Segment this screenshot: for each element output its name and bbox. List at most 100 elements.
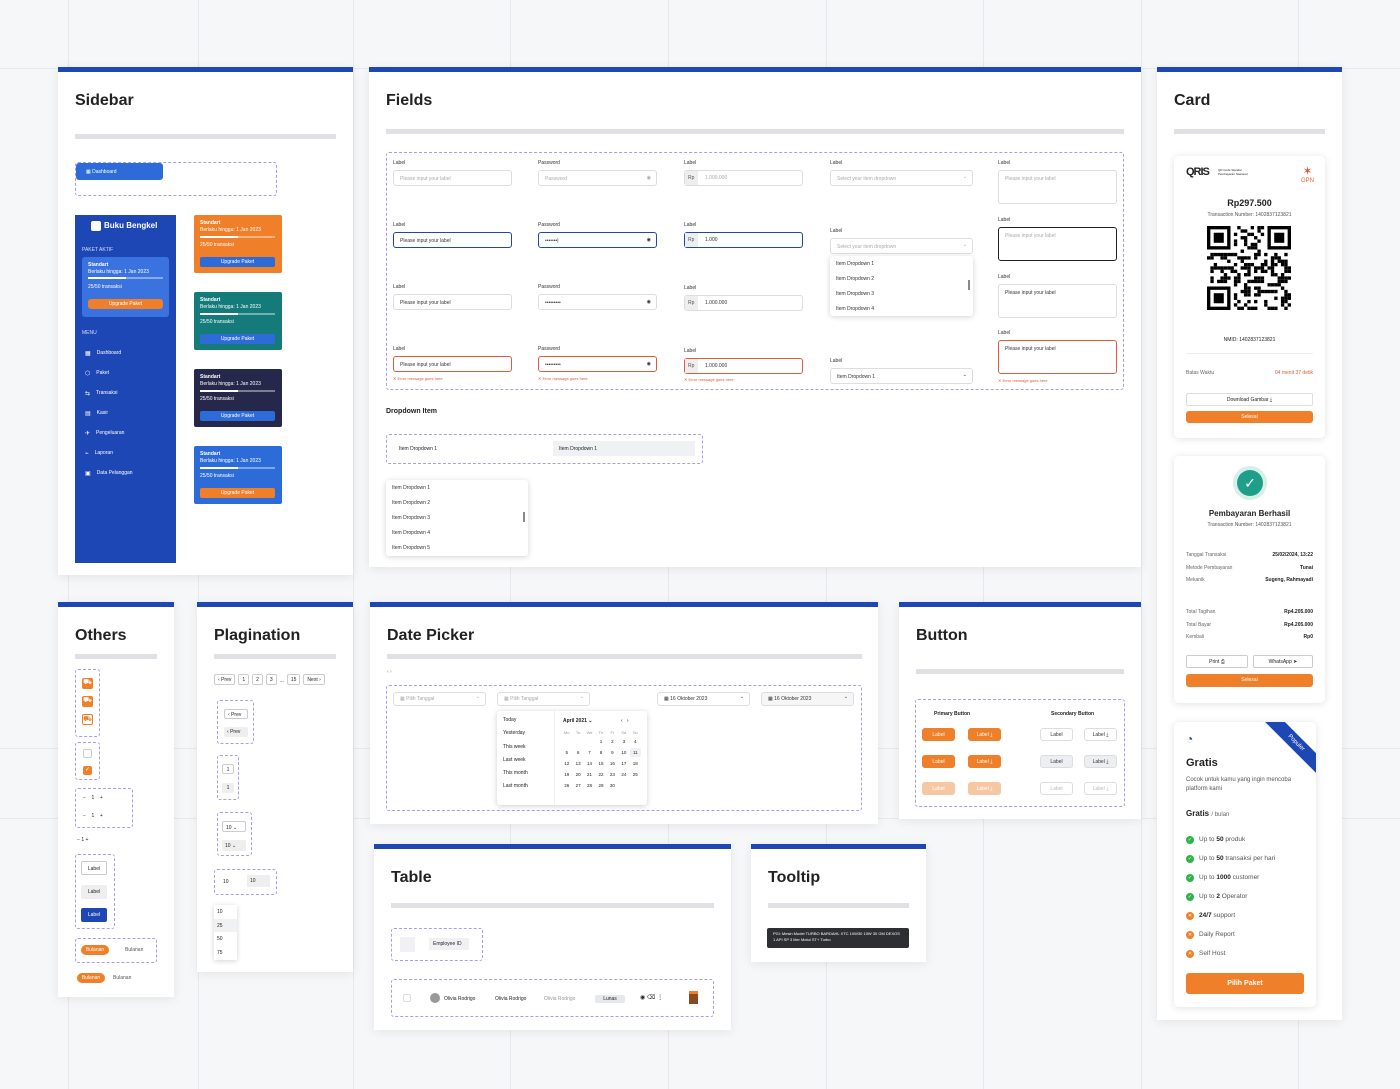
dropdown-option[interactable]: Item Dropdown 5 (386, 540, 528, 555)
secondary-icon-button[interactable]: Label ⤓ (1084, 782, 1117, 795)
secondary-button[interactable]: Label (1040, 728, 1073, 741)
scrollbar[interactable] (968, 280, 970, 290)
dropdown-option[interactable]: Item Dropdown 1 (830, 256, 973, 271)
calendar-day[interactable]: 4 (630, 737, 641, 746)
password-field-error[interactable]: ••••••••• ◉ (538, 356, 657, 372)
date-preset[interactable]: This week (503, 744, 553, 757)
textarea-focused[interactable]: Please input your label (998, 227, 1117, 261)
text-field-filled[interactable]: Please input your label (393, 294, 512, 310)
dropdown-option[interactable]: Item Dropdown 3 (386, 510, 528, 525)
billing-toggle-active[interactable]: Bulanan (81, 945, 109, 955)
dropdown-field-open[interactable]: Select your item dropdown ⌄ (830, 238, 973, 254)
sidebar-dashboard-chip[interactable]: ▦ Dashboard (76, 163, 163, 180)
upgrade-button[interactable]: Upgrade Paket (200, 257, 275, 267)
date-input-filled[interactable]: ▦ 16 Oktober 2023 ⌄ (761, 692, 854, 706)
password-field-focused[interactable]: •••••••| ◉ (538, 232, 657, 248)
dropdown-option[interactable]: Item Dropdown 4 (386, 525, 528, 540)
quantity-stepper[interactable]: − 1 + (83, 813, 103, 819)
date-preset[interactable]: Last month (503, 783, 553, 796)
prev-button-hover[interactable]: ‹ Prev (224, 727, 248, 737)
whatsapp-button[interactable]: WhatsApp ➤ (1253, 655, 1313, 668)
checkbox[interactable] (83, 749, 92, 758)
eye-icon[interactable]: ◉ (647, 299, 651, 305)
date-input[interactable]: ▦ Pilih Tanggal ⌄ (393, 692, 486, 706)
page-button[interactable]: 2 (252, 674, 263, 685)
secondary-icon-button[interactable]: Label ⤓ (1084, 755, 1117, 768)
dropdown-option[interactable]: Item Dropdown 3 (830, 286, 973, 301)
eye-icon[interactable]: ◉ (647, 361, 651, 367)
cart-icon[interactable]: ⛟ (82, 678, 93, 689)
date-input-open[interactable]: ▦ Pilih Tanggal ⌄ (497, 692, 590, 706)
textarea-error[interactable]: Please input your label (998, 340, 1117, 374)
date-preset[interactable]: Last week (503, 757, 553, 770)
date-input-filled[interactable]: ▦ 16 Oktober 2023 ⌄ (657, 692, 750, 706)
dropdown-option[interactable]: Item Dropdown 4 (830, 301, 973, 316)
per-page-select[interactable]: 10 ⌄ (222, 821, 246, 832)
calendar-day[interactable]: 10 (618, 748, 629, 757)
calendar-day[interactable]: 29 (595, 781, 606, 790)
calendar-day[interactable]: 22 (595, 770, 606, 779)
primary-icon-button[interactable]: Label ⤓ (968, 728, 1001, 741)
quantity-stepper[interactable]: − 1 + (83, 795, 103, 801)
billing-toggle[interactable]: Bulanan (113, 975, 131, 981)
sidebar-item-paket[interactable]: ⬡ Paket (85, 363, 170, 383)
date-preset[interactable]: This month (503, 770, 553, 783)
dropdown-item[interactable]: Item Dropdown 1 (399, 446, 437, 452)
calendar-day[interactable]: 18 (630, 759, 641, 768)
calendar-day[interactable]: 20 (572, 770, 583, 779)
textarea[interactable]: Please input your label (998, 170, 1117, 204)
calendar-day[interactable]: 5 (561, 748, 572, 757)
text-field-error[interactable]: Please input your label (393, 356, 512, 372)
choose-plan-button[interactable]: Pilih Paket (1186, 973, 1304, 994)
date-preset[interactable]: Yesterday (503, 730, 553, 743)
page-button[interactable]: 3 (265, 674, 277, 685)
amount-field[interactable]: Rp 1.000.000 (684, 170, 803, 186)
chip[interactable]: Label (81, 861, 107, 875)
dropdown-item-hover[interactable]: Item Dropdown 1 (553, 441, 695, 456)
sidebar-item-dashboard[interactable]: ▦ Dashboard (85, 343, 170, 363)
calendar-day[interactable]: 11 (629, 748, 641, 757)
calendar-day[interactable]: 16 (607, 759, 618, 768)
billing-toggle[interactable]: Bulanan (125, 947, 143, 953)
sidebar-item-laporan[interactable]: ⌁ Laporan (85, 443, 170, 463)
calendar-day[interactable]: 14 (584, 759, 595, 768)
amount-field-focused[interactable]: Rp 1.000 (684, 232, 803, 248)
calendar-day[interactable]: 7 (584, 748, 595, 757)
calendar-day[interactable]: 19 (561, 770, 572, 779)
calendar-day[interactable]: 6 (572, 748, 583, 757)
dropdown-field-selected[interactable]: Item Dropdown 1 ⌄ (830, 368, 973, 384)
select-all-checkbox[interactable] (400, 937, 415, 952)
upgrade-button[interactable]: Upgrade Paket (200, 411, 275, 421)
dropdown-field[interactable]: Select your item dropdown ⌄ (830, 170, 973, 186)
primary-button[interactable]: Label (922, 755, 955, 768)
trash-icon[interactable]: ⌫ (647, 995, 655, 1001)
secondary-button[interactable]: Label (1040, 782, 1073, 795)
calendar-day[interactable]: 26 (561, 781, 572, 790)
sidebar-item-pengeluaran[interactable]: ✈ Pengeluaran (85, 423, 170, 443)
month-select[interactable]: April 2021 ⌄ (563, 718, 593, 724)
cart-icon[interactable]: ⛟ (82, 714, 93, 725)
text-field-focused[interactable]: Please input your label (393, 232, 512, 248)
more-icon[interactable]: ⋮ (657, 995, 663, 1001)
dropdown-option[interactable]: Item Dropdown 2 (386, 495, 528, 510)
next-button[interactable]: Next › (303, 674, 325, 685)
upgrade-button[interactable]: Upgrade Paket (200, 488, 275, 498)
primary-button[interactable]: Label (922, 728, 955, 741)
quantity-stepper-small[interactable]: − 1 + (77, 837, 88, 843)
billing-toggle-active[interactable]: Bulanan (77, 973, 105, 983)
calendar-day[interactable]: 9 (607, 748, 618, 757)
row-checkbox[interactable] (403, 994, 411, 1002)
month-nav[interactable]: ‹ › (621, 718, 629, 724)
calendar-day[interactable]: 8 (595, 748, 606, 757)
download-button[interactable]: Download Gambar ⤓ (1186, 393, 1313, 406)
password-field-filled[interactable]: ••••••••• ◉ (538, 294, 657, 310)
amount-field-error[interactable]: Rp 1.000.000 (684, 358, 803, 374)
sidebar-item-data-pelanggan[interactable]: ▣ Data Pelanggan (85, 463, 170, 483)
eye-icon[interactable]: ◉ (647, 237, 651, 243)
per-page-select-hover[interactable]: 10 ⌄ (222, 840, 246, 851)
chip-hover[interactable]: Label (81, 885, 107, 899)
calendar-day[interactable]: 15 (595, 759, 606, 768)
page-button-active[interactable]: 1 (222, 783, 234, 793)
done-button[interactable]: Selesai (1186, 411, 1313, 423)
calendar-day[interactable]: 27 (572, 781, 583, 790)
